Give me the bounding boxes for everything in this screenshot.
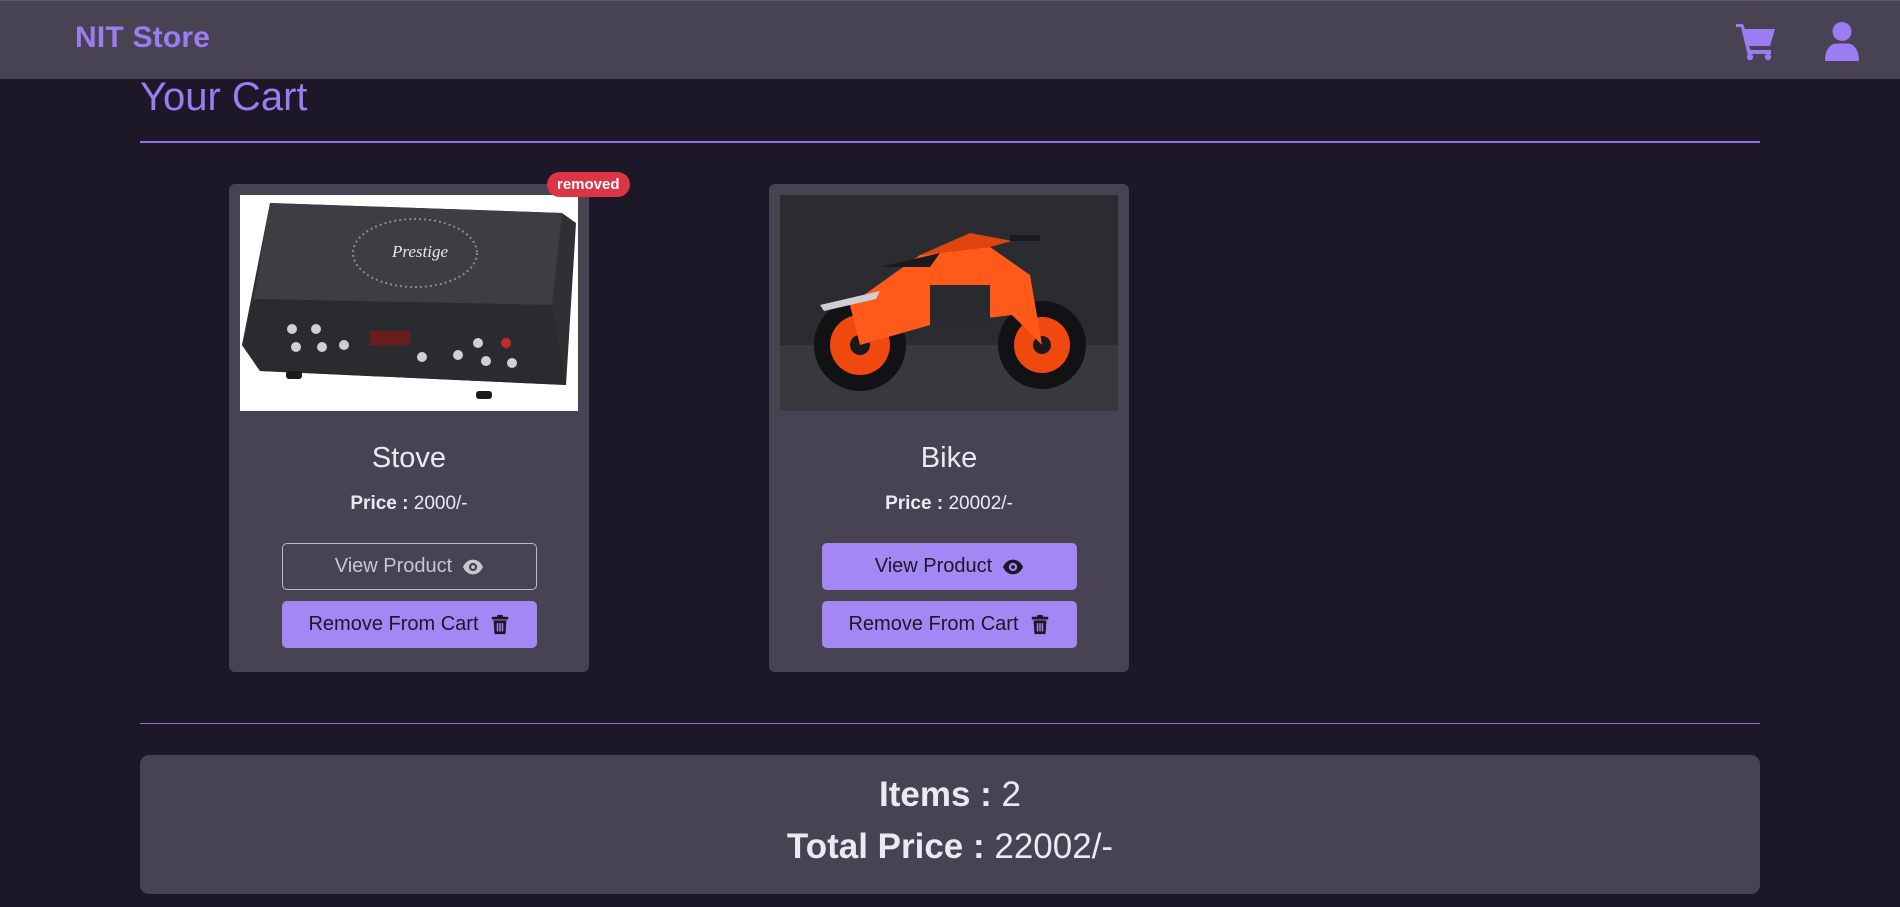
price-value: 2000/- <box>413 493 468 514</box>
remove-from-cart-label: Remove From Cart <box>308 613 479 635</box>
view-product-button[interactable]: View Product <box>282 543 537 590</box>
summary-items: Items : 2 <box>140 775 1760 815</box>
product-price: Price : 2000/- <box>229 493 589 515</box>
total-price-label: Total Price : <box>786 827 985 866</box>
view-product-button[interactable]: View Product <box>822 543 1077 590</box>
product-price: Price : 20002/- <box>769 493 1129 515</box>
user-icon[interactable] <box>1823 21 1861 61</box>
product-card-bike: Bike Price : 20002/- View Product Remove… <box>769 184 1129 672</box>
trash-icon <box>1029 614 1051 636</box>
view-product-label: View Product <box>334 555 453 577</box>
remove-from-cart-button[interactable]: Remove From Cart <box>822 601 1077 648</box>
items-label: Items : <box>878 775 992 814</box>
page-title: Your Cart <box>140 75 308 119</box>
summary-divider <box>140 723 1760 724</box>
svg-text:Prestige: Prestige <box>391 242 448 261</box>
eye-icon <box>1002 556 1024 578</box>
brand-logo[interactable]: NIT Store <box>75 21 210 55</box>
remove-from-cart-label: Remove From Cart <box>848 613 1019 635</box>
navbar: NIT Store <box>0 0 1900 79</box>
product-title: Stove <box>371 442 447 474</box>
summary-total-price: Total Price : 22002/- <box>140 827 1760 867</box>
induction-stove-image: Prestige <box>240 195 578 411</box>
price-label: Price : <box>885 493 944 514</box>
price-label: Price : <box>350 493 409 514</box>
cart-summary: Items : 2 Total Price : 22002/- <box>140 755 1760 894</box>
items-value: 2 <box>1001 775 1021 814</box>
remove-from-cart-button[interactable]: Remove From Cart <box>282 601 537 648</box>
product-title: Bike <box>920 442 978 474</box>
motorcycle-image <box>780 195 1118 411</box>
eye-icon <box>462 556 484 578</box>
total-price-value: 22002/- <box>994 827 1114 866</box>
removed-badge: removed <box>547 172 630 197</box>
view-product-label: View Product <box>874 555 993 577</box>
trash-icon <box>489 614 511 636</box>
title-divider <box>140 141 1760 143</box>
shopping-cart-icon[interactable] <box>1735 21 1777 61</box>
price-value: 20002/- <box>948 493 1013 514</box>
product-card-stove: Prestige Stove Price : 2000/- View Produ… <box>229 184 589 672</box>
